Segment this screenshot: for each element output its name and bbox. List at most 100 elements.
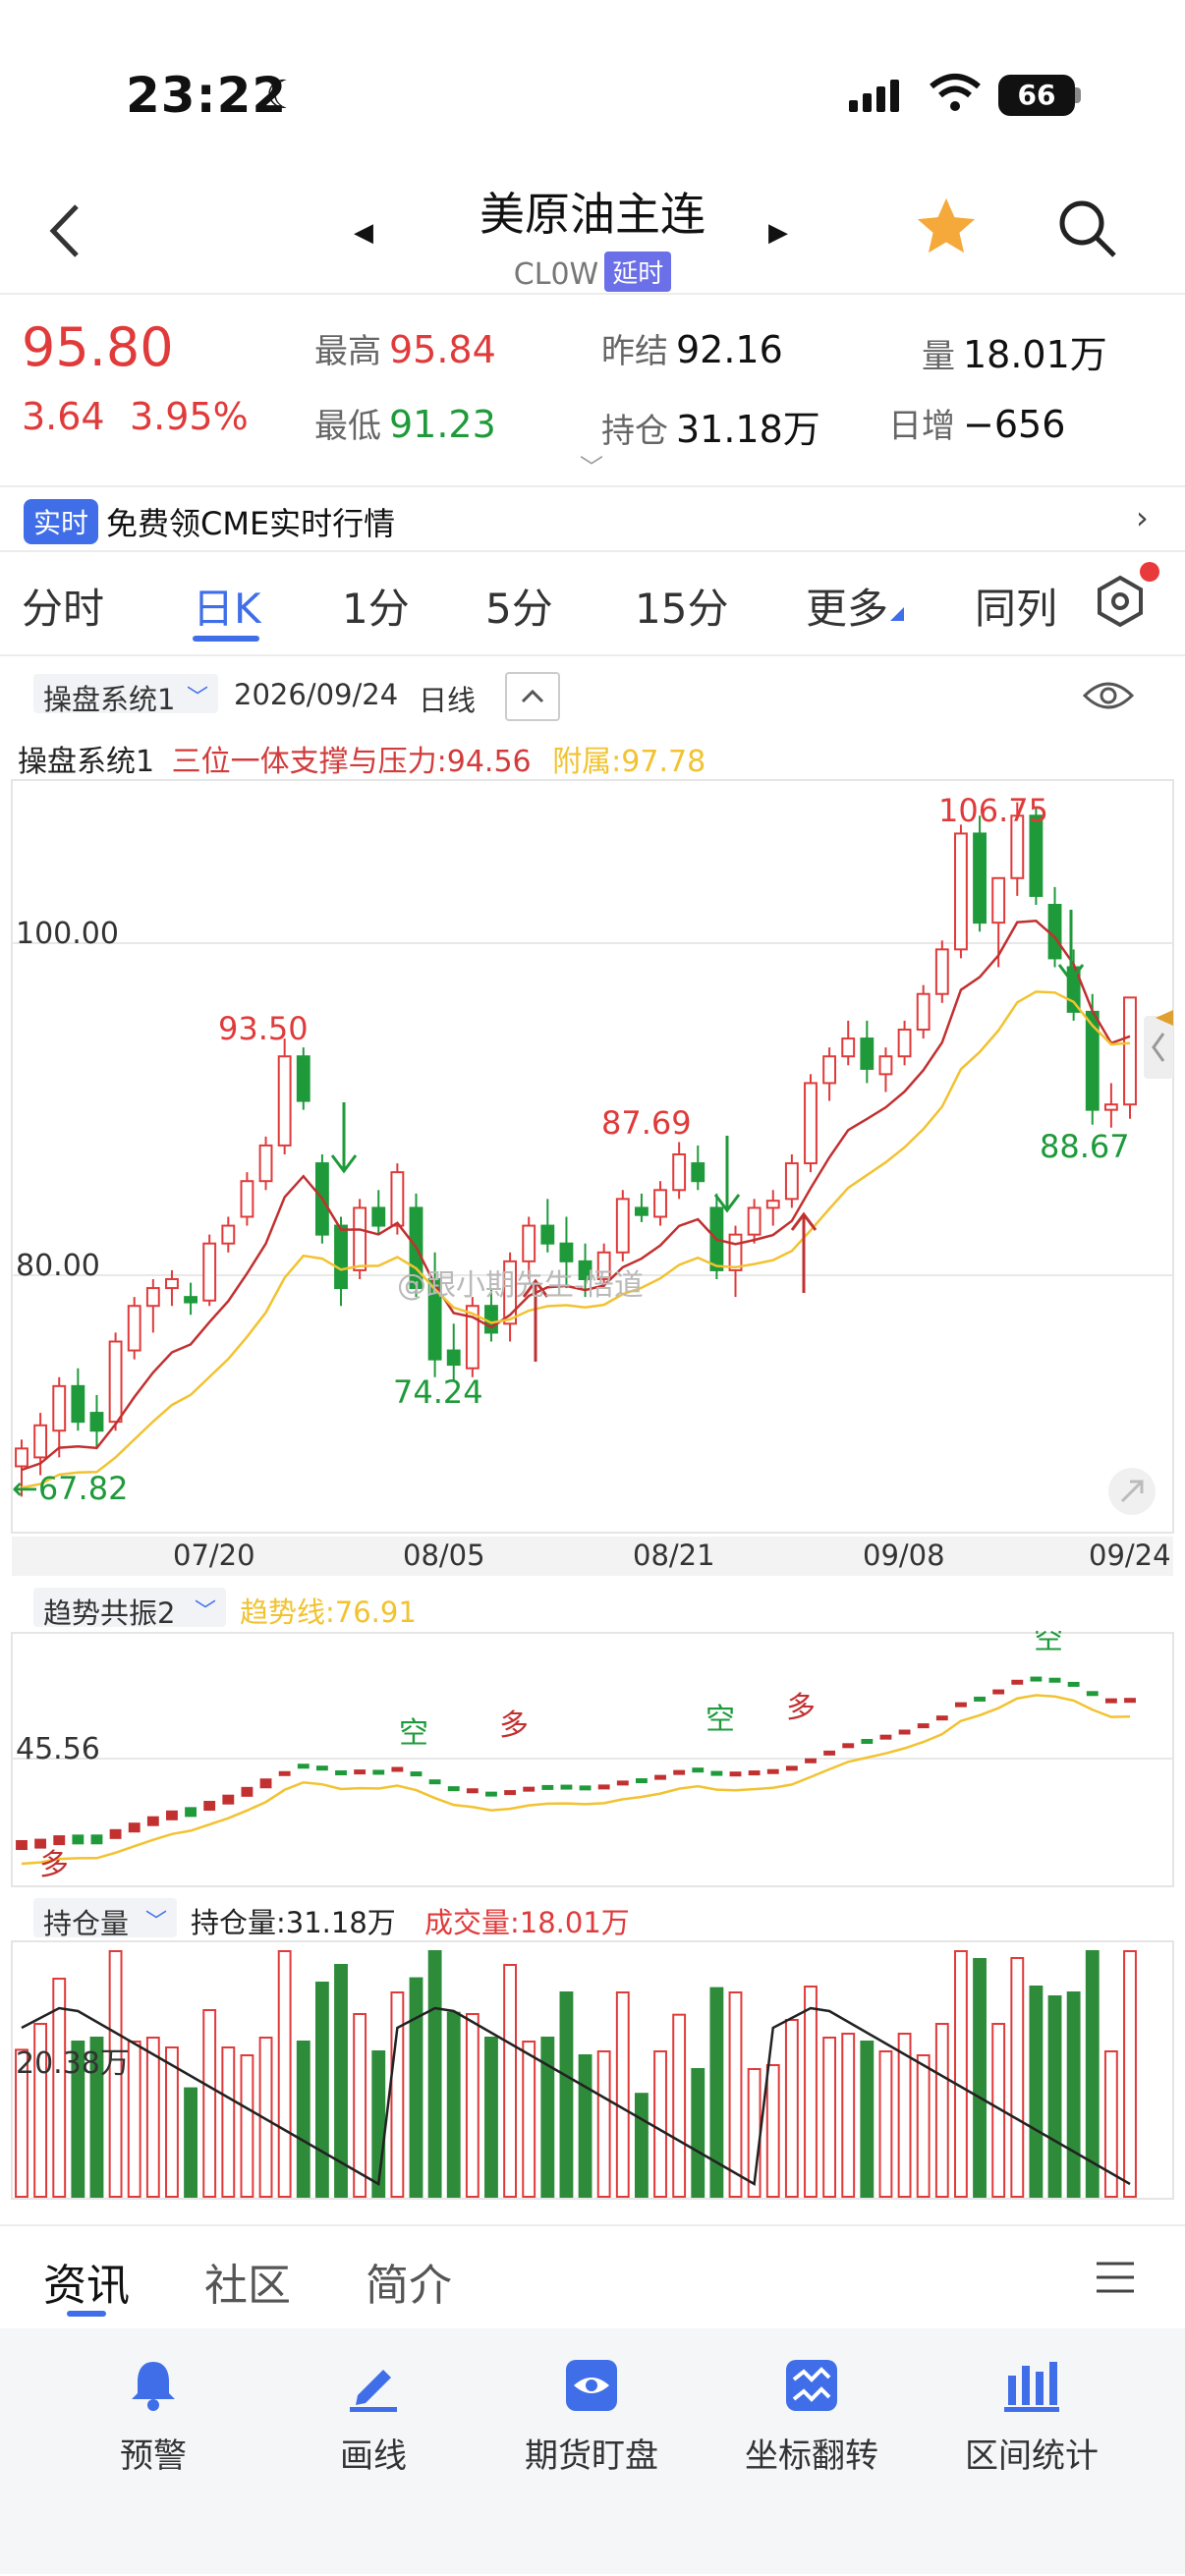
candle: [165, 1278, 179, 1290]
candle: [615, 1198, 630, 1254]
trend-step: [1030, 1676, 1043, 1682]
volume-bar: [1010, 1957, 1025, 2198]
tab-1min[interactable]: 1分: [342, 576, 410, 636]
daily-inc-value: −656: [963, 403, 1066, 446]
volume-oi-chart[interactable]: 20.38万: [0, 1939, 1185, 2201]
volume-bar: [503, 1964, 518, 2198]
volume-bar: [353, 2013, 367, 2198]
trend-step: [53, 1835, 66, 1846]
settings-hexagon-icon[interactable]: [1091, 572, 1150, 631]
buy-arrow: [790, 1211, 818, 1293]
candle: [522, 1224, 536, 1262]
sub1-selector[interactable]: 趋势共振2 ﹀: [33, 1588, 226, 1630]
candle: [747, 1206, 762, 1236]
short-signal: 空: [1034, 1631, 1063, 1656]
trend-step: [241, 1786, 254, 1797]
support-line-value: 三位一体支撑与压力:94.56: [171, 745, 532, 779]
chevron-right-icon[interactable]: ›: [1136, 499, 1149, 536]
volume-bar: [1047, 1995, 1062, 2198]
watermark: @跟小期先生-悟道: [397, 1268, 644, 1303]
tab-peer-list[interactable]: 同列: [975, 576, 1057, 636]
volume-bar: [240, 2054, 254, 2198]
x-label: 08/05: [403, 1539, 485, 1572]
volume-bar: [691, 2068, 705, 2198]
tab-more[interactable]: 更多: [806, 576, 888, 636]
candles-group: [15, 802, 1137, 1497]
candle: [860, 1037, 875, 1070]
trend-line: [21, 1694, 1131, 1866]
candle: [277, 1055, 292, 1147]
tool-range-stats[interactable]: 区间统计: [933, 2356, 1130, 2477]
more-dropdown-icon: [890, 607, 904, 621]
trend-step: [428, 1779, 441, 1785]
moon-icon: ☾: [265, 73, 301, 118]
eye-icon[interactable]: [1081, 678, 1136, 713]
volume-bar: [973, 1958, 987, 2198]
volume-bar: [1123, 1950, 1137, 2198]
daily-inc-stat: 日增 −656: [888, 399, 1065, 447]
trend-resonance-chart[interactable]: 45.56 多 空 多 空 多 空: [0, 1631, 1185, 1888]
volume-bar: [409, 1977, 423, 2198]
candle: [1103, 1103, 1118, 1111]
volume-bar: [934, 2023, 949, 2198]
side-drawer-handle[interactable]: [1144, 1016, 1173, 1079]
trend-step: [1067, 1681, 1080, 1687]
x-label: 09/24: [1089, 1539, 1171, 1572]
annotation-93-50: 93.50: [218, 1010, 309, 1047]
system-selector[interactable]: 操盘系统1 ﹀: [33, 674, 218, 716]
trend-step: [541, 1784, 554, 1790]
candle: [296, 1055, 310, 1102]
tab-15min[interactable]: 15分: [635, 576, 728, 636]
tab-community[interactable]: 社区: [204, 2250, 291, 2313]
trend-step: [410, 1771, 423, 1777]
candle: [446, 1349, 461, 1367]
trend-step: [579, 1785, 592, 1791]
volume-bar: [954, 1950, 968, 2198]
menu-icon[interactable]: [1091, 2256, 1140, 2299]
trend-step: [72, 1834, 85, 1845]
candle: [634, 1206, 649, 1216]
candle: [841, 1037, 856, 1058]
sub1-level: 45.56: [16, 1732, 100, 1766]
tab-timeshare[interactable]: 分时: [22, 576, 104, 636]
tab-profile[interactable]: 简介: [366, 2250, 452, 2313]
trend-step: [597, 1784, 610, 1790]
trend-step: [166, 1810, 178, 1820]
banner-text[interactable]: 免费领CME实时行情: [106, 499, 395, 544]
volume-bars-group: [15, 1950, 1137, 2199]
next-contract-button[interactable]: ▶: [768, 218, 788, 248]
aux-line-value: 附属:97.78: [552, 745, 706, 779]
candlestick-chart[interactable]: 100.00 80.00 106.75 93.50 87.69 74.24 88…: [0, 776, 1185, 1542]
tool-watch[interactable]: 期货盯盘: [493, 2356, 690, 2477]
favorite-star-icon[interactable]: [912, 193, 981, 261]
tool-alert[interactable]: 预警: [55, 2356, 252, 2477]
chart-period: 日线: [419, 684, 477, 717]
tool-flip[interactable]: 坐标翻转: [713, 2356, 910, 2477]
trend-step: [128, 1822, 141, 1833]
volume-bar: [427, 1950, 442, 2198]
trend-step: [560, 1784, 573, 1790]
candle: [728, 1233, 743, 1271]
trend-step: [485, 1791, 497, 1797]
tab-daily-k[interactable]: 日K: [193, 576, 261, 636]
collapse-button[interactable]: [505, 672, 560, 721]
trend-step: [785, 1765, 798, 1771]
tool-range-stats-label: 区间统计: [965, 2436, 1099, 2476]
trend-step: [1086, 1691, 1099, 1697]
tab-5min[interactable]: 5分: [485, 576, 553, 636]
tab-news[interactable]: 资讯: [43, 2250, 130, 2313]
delay-badge: 延时: [604, 252, 672, 292]
candle: [52, 1384, 67, 1432]
search-icon[interactable]: [1055, 196, 1120, 261]
tool-draw[interactable]: 画线: [275, 2356, 472, 2477]
trend-step: [315, 1765, 328, 1771]
volume-bar: [860, 2041, 875, 2198]
expand-chevron-icon[interactable]: ﹀: [580, 448, 603, 482]
price-change: 3.64: [22, 395, 105, 438]
sub2-selector[interactable]: 持仓量 ﹀: [33, 1898, 177, 1940]
candle: [934, 948, 949, 995]
candle: [221, 1224, 236, 1245]
candle: [784, 1162, 799, 1201]
trend-step: [974, 1696, 986, 1702]
trend-step: [222, 1794, 235, 1805]
